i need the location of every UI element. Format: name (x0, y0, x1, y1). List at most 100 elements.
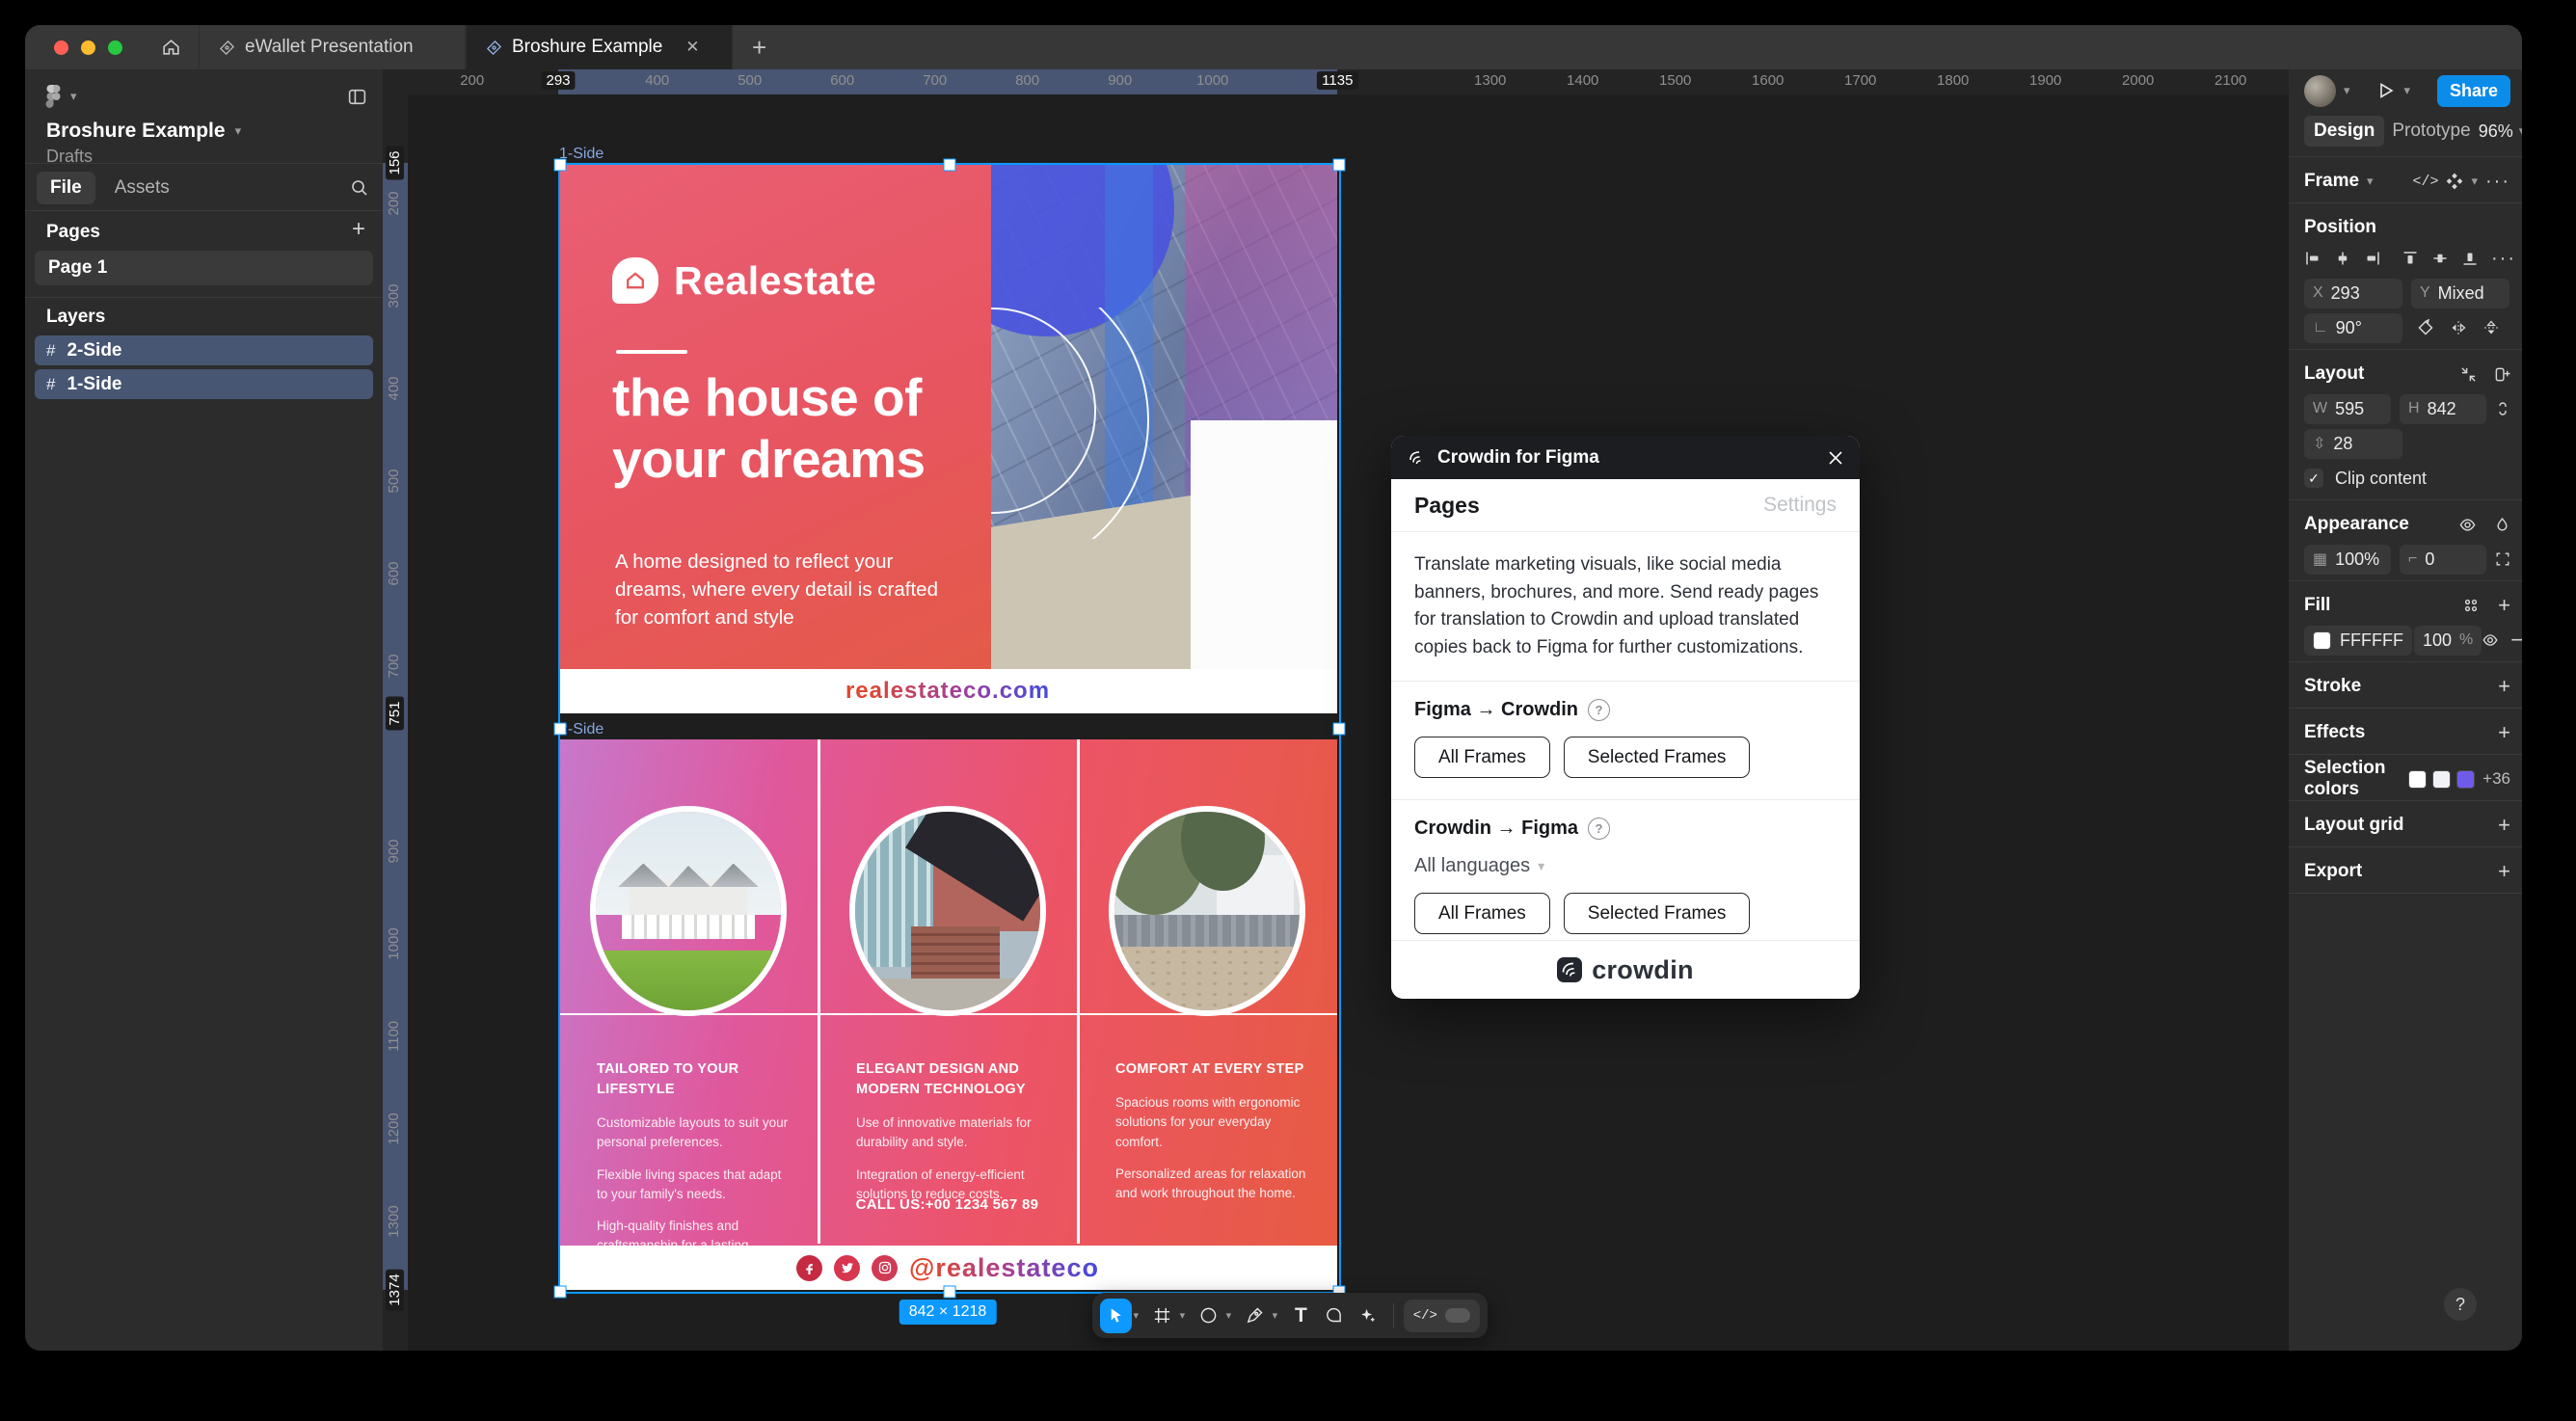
tab-prototype[interactable]: Prototype (2392, 121, 2470, 142)
figma-logo[interactable] (44, 84, 63, 109)
file-tab-ewallet[interactable]: eWallet Presentation (199, 25, 466, 69)
selection-color-swatch[interactable] (2456, 769, 2476, 789)
zoom-window-button[interactable] (108, 40, 122, 55)
tab-file[interactable]: File (37, 172, 95, 204)
remove-fill-icon[interactable]: − (2510, 628, 2522, 653)
expand-icon[interactable] (2495, 551, 2510, 567)
resize-to-fit-icon[interactable] (2460, 366, 2477, 383)
chevron-down-icon[interactable]: ▾ (1273, 1309, 1283, 1322)
flip-horizontal-icon[interactable] (2450, 319, 2467, 336)
add-layout-grid-icon[interactable]: + (2498, 813, 2510, 838)
more-colors-count[interactable]: +36 (2482, 769, 2510, 789)
chevron-down-icon[interactable]: ▾ (2403, 83, 2410, 98)
align-bottom-icon[interactable] (2461, 250, 2479, 267)
move-tool[interactable] (1100, 1298, 1132, 1333)
height-field[interactable]: H 842 (2400, 393, 2486, 424)
help-icon[interactable]: ? (1588, 699, 1610, 721)
actions-tool[interactable] (1352, 1299, 1383, 1333)
y-position-field[interactable]: Y Mixed (2411, 278, 2509, 308)
align-v-center-icon[interactable] (2431, 250, 2449, 267)
close-tab-icon[interactable]: ✕ (685, 38, 699, 57)
clip-content-checkbox[interactable]: ✓ (2304, 469, 2323, 488)
layer-item-1-side[interactable]: #1-Side (35, 369, 373, 399)
close-window-button[interactable] (54, 40, 68, 55)
fill-opacity-field[interactable]: 100% (2413, 625, 2482, 656)
frame-1side[interactable]: Realestate the house of your dreams A ho… (558, 163, 1337, 713)
home-button[interactable] (144, 25, 199, 69)
opacity-field[interactable]: ▦ 100% (2304, 544, 2391, 575)
file-name[interactable]: Broshure Example (46, 120, 226, 143)
all-frames-button[interactable]: All Frames (1414, 737, 1550, 778)
chevron-down-icon[interactable]: ▾ (235, 123, 242, 139)
help-icon[interactable]: ? (1588, 818, 1610, 840)
chevron-down-icon[interactable]: ▾ (2471, 174, 2478, 189)
eye-icon[interactable] (2482, 631, 2499, 649)
dialog-tab-settings[interactable]: Settings (1763, 494, 1837, 517)
more-align-icon[interactable]: ··· (2491, 248, 2516, 270)
component-icon[interactable] (2446, 173, 2463, 190)
rotation-field[interactable]: ∟ 90° (2304, 312, 2402, 343)
frame-tool[interactable] (1146, 1299, 1178, 1333)
canvas[interactable]: 200 293 400 500 600 700 800 900 1000 1135 1300 1400… (383, 69, 2289, 1351)
shape-tool[interactable] (1193, 1299, 1224, 1333)
selected-frames-button[interactable]: Selected Frames (1563, 893, 1751, 934)
more-options-icon[interactable]: ··· (2485, 171, 2510, 193)
chevron-down-icon[interactable]: ▾ (1134, 1309, 1144, 1322)
frame-label-1side[interactable]: 1-Side (559, 146, 604, 163)
blend-droplet-icon[interactable] (2494, 517, 2510, 533)
zoom-level[interactable]: 96% ▾ (2479, 121, 2522, 142)
selection-color-swatch[interactable] (2432, 769, 2452, 789)
layer-item-2-side[interactable]: #2-Side (35, 335, 373, 365)
eye-icon[interactable] (2458, 516, 2477, 534)
language-selector[interactable]: All languages ▾ (1414, 855, 1837, 877)
element-type[interactable]: Frame (2304, 171, 2359, 192)
selected-frames-button[interactable]: Selected Frames (1563, 737, 1751, 778)
chevron-down-icon[interactable]: ▾ (2367, 174, 2374, 189)
align-top-icon[interactable] (2402, 250, 2419, 267)
tab-assets[interactable]: Assets (101, 172, 183, 204)
align-left-icon[interactable] (2304, 250, 2321, 267)
file-tab-broshure[interactable]: Broshure Example ✕ (466, 25, 733, 69)
pen-tool[interactable] (1239, 1299, 1271, 1333)
chevron-down-icon[interactable]: ▾ (70, 89, 77, 104)
width-field[interactable]: W 595 (2304, 393, 2391, 424)
styles-icon[interactable] (2463, 598, 2479, 613)
corner-radius-field[interactable]: ⌐ 0 (2400, 544, 2486, 575)
gap-field[interactable]: ⇳ 28 (2304, 428, 2402, 459)
search-icon[interactable] (350, 178, 369, 198)
auto-layout-icon[interactable] (2494, 366, 2510, 383)
help-button[interactable]: ? (2444, 1288, 2477, 1321)
page-item-page1[interactable]: Page 1 (35, 251, 373, 285)
flip-vertical-icon[interactable] (2482, 319, 2500, 336)
comment-tool[interactable] (1319, 1299, 1351, 1333)
chevron-down-icon[interactable]: ▾ (2344, 83, 2350, 98)
align-right-icon[interactable] (2364, 250, 2381, 267)
align-h-center-icon[interactable] (2334, 250, 2351, 267)
close-icon[interactable] (1827, 449, 1844, 467)
dialog-header[interactable]: Crowdin for Figma (1391, 436, 1860, 479)
selection-color-swatch[interactable] (2408, 769, 2428, 789)
present-icon[interactable] (2376, 81, 2396, 100)
code-icon[interactable]: </> (2412, 174, 2438, 190)
fill-color-field[interactable]: FFFFFF (2304, 625, 2412, 656)
rotate-icon[interactable] (2417, 319, 2434, 336)
avatar[interactable] (2304, 74, 2336, 107)
new-tab-button[interactable]: + (733, 25, 786, 69)
add-page-button[interactable]: + (352, 218, 365, 241)
add-stroke-icon[interactable]: + (2498, 674, 2510, 699)
dialog-tab-pages[interactable]: Pages (1414, 493, 1480, 519)
selection-handle[interactable] (1332, 722, 1346, 735)
dev-mode-toggle[interactable]: </> (1403, 1299, 1480, 1332)
chevron-down-icon[interactable]: ▾ (1180, 1309, 1191, 1322)
add-export-icon[interactable]: + (2498, 859, 2510, 884)
all-frames-button[interactable]: All Frames (1414, 893, 1550, 934)
toggle-panel-icon[interactable] (347, 87, 367, 107)
chevron-down-icon[interactable]: ▾ (1226, 1309, 1237, 1322)
minimize-window-button[interactable] (81, 40, 95, 55)
constrain-proportions-icon[interactable] (2495, 400, 2510, 417)
frame-2side[interactable]: TAILORED TO YOUR LIFESTYLE Customizable l… (558, 739, 1337, 1290)
add-effect-icon[interactable]: + (2498, 720, 2510, 745)
text-tool[interactable]: T (1285, 1299, 1317, 1333)
frame-label-2side[interactable]: 2-Side (559, 721, 604, 738)
tab-design[interactable]: Design (2304, 116, 2385, 147)
